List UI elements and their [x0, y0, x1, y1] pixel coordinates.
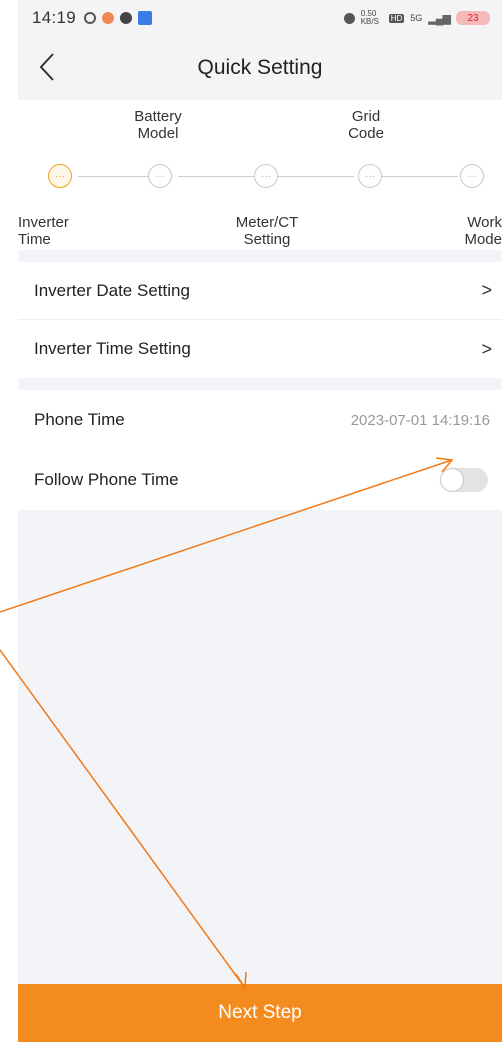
inverter-time-setting-label: Inverter Time Setting — [34, 339, 191, 358]
step-label-line: Code — [348, 125, 384, 142]
inverter-date-setting-label: Inverter Date Setting — [34, 280, 190, 300]
chat-icon — [120, 12, 133, 24]
hd-badge: HD — [388, 13, 405, 23]
step-node-grid-code[interactable]: ··· — [358, 164, 382, 188]
next-step-button[interactable]: Next Step — [18, 984, 502, 1042]
inverter-date-setting-row[interactable]: Inverter Date Setting > — [18, 262, 502, 320]
status-right: 0.50 KB/S HD 5G ▂▄▆ 23 — [343, 9, 490, 26]
step-node-battery-model[interactable]: ··· — [148, 164, 172, 188]
step-label-inverter-time[interactable]: Inverter Time — [18, 214, 100, 248]
loop-icon — [84, 12, 97, 24]
battery-icon: 23 — [456, 11, 490, 25]
step-label-work-mode[interactable]: Work Mode — [412, 214, 502, 248]
phone-time-value: 2023-07-01 14:19:16 — [350, 411, 490, 429]
step-node-inverter-time[interactable]: ··· — [48, 164, 72, 188]
step-node-meter-ct[interactable]: ··· — [254, 164, 278, 188]
step-label-meter-ct[interactable]: Meter/CT Setting — [222, 214, 312, 248]
notification-icons — [84, 11, 153, 25]
signal-icon: ▂▄▆ — [428, 12, 451, 25]
step-label-line: Mode — [464, 231, 502, 248]
phone-time-label: Phone Time — [34, 410, 125, 429]
follow-phone-time-label: Follow Phone Time — [34, 470, 179, 489]
step-label-line: Battery — [134, 108, 182, 125]
app-badge-icon — [138, 11, 153, 25]
chevron-right-icon: > — [481, 338, 492, 359]
net-speed: 0.50 KB/S — [360, 9, 379, 26]
nav-bar: Quick Setting — [18, 36, 502, 100]
step-connector — [378, 176, 458, 177]
step-label-line: Grid — [351, 108, 381, 125]
step-label-grid-code[interactable]: Grid Code — [321, 108, 411, 142]
step-label-line: Setting — [243, 231, 291, 248]
inverter-settings-list: Inverter Date Setting > Inverter Time Se… — [18, 262, 502, 378]
step-label-line: Meter/CT — [235, 214, 299, 231]
app-icon — [102, 12, 115, 24]
step-label-line: Time — [18, 231, 51, 248]
step-progress: Battery Model Grid Code ··· ··· ··· ··· … — [18, 100, 502, 250]
next-step-label: Next Step — [218, 1002, 302, 1023]
status-bar: 14:19 0.50 KB/S HD 5G ▂▄▆ 23 — [18, 0, 502, 36]
status-time: 14:19 — [32, 8, 77, 27]
step-connector — [178, 176, 254, 177]
follow-phone-time-toggle[interactable] — [440, 468, 488, 492]
step-label-battery-model[interactable]: Battery Model — [113, 108, 203, 142]
phone-time-row: Phone Time 2023-07-01 14:19:16 — [18, 390, 502, 450]
step-label-line: Model — [137, 125, 179, 142]
step-node-work-mode[interactable]: ··· — [460, 164, 484, 188]
follow-phone-time-row: Follow Phone Time — [18, 450, 502, 510]
phone-screen: 14:19 0.50 KB/S HD 5G ▂▄▆ 23 Quick Setti… — [18, 0, 502, 1042]
step-connector — [78, 176, 154, 177]
step-connector — [278, 176, 354, 177]
step-label-line: Inverter — [18, 214, 69, 231]
page-title: Quick Setting — [197, 56, 323, 79]
inverter-time-setting-row[interactable]: Inverter Time Setting > — [18, 320, 502, 378]
toggle-knob — [441, 469, 463, 491]
phone-time-list: Phone Time 2023-07-01 14:19:16 Follow Ph… — [18, 390, 502, 510]
step-label-line: Work — [467, 214, 502, 231]
signal-label: 5G — [410, 13, 423, 23]
alarm-icon — [343, 12, 355, 24]
chevron-right-icon: > — [481, 280, 492, 300]
